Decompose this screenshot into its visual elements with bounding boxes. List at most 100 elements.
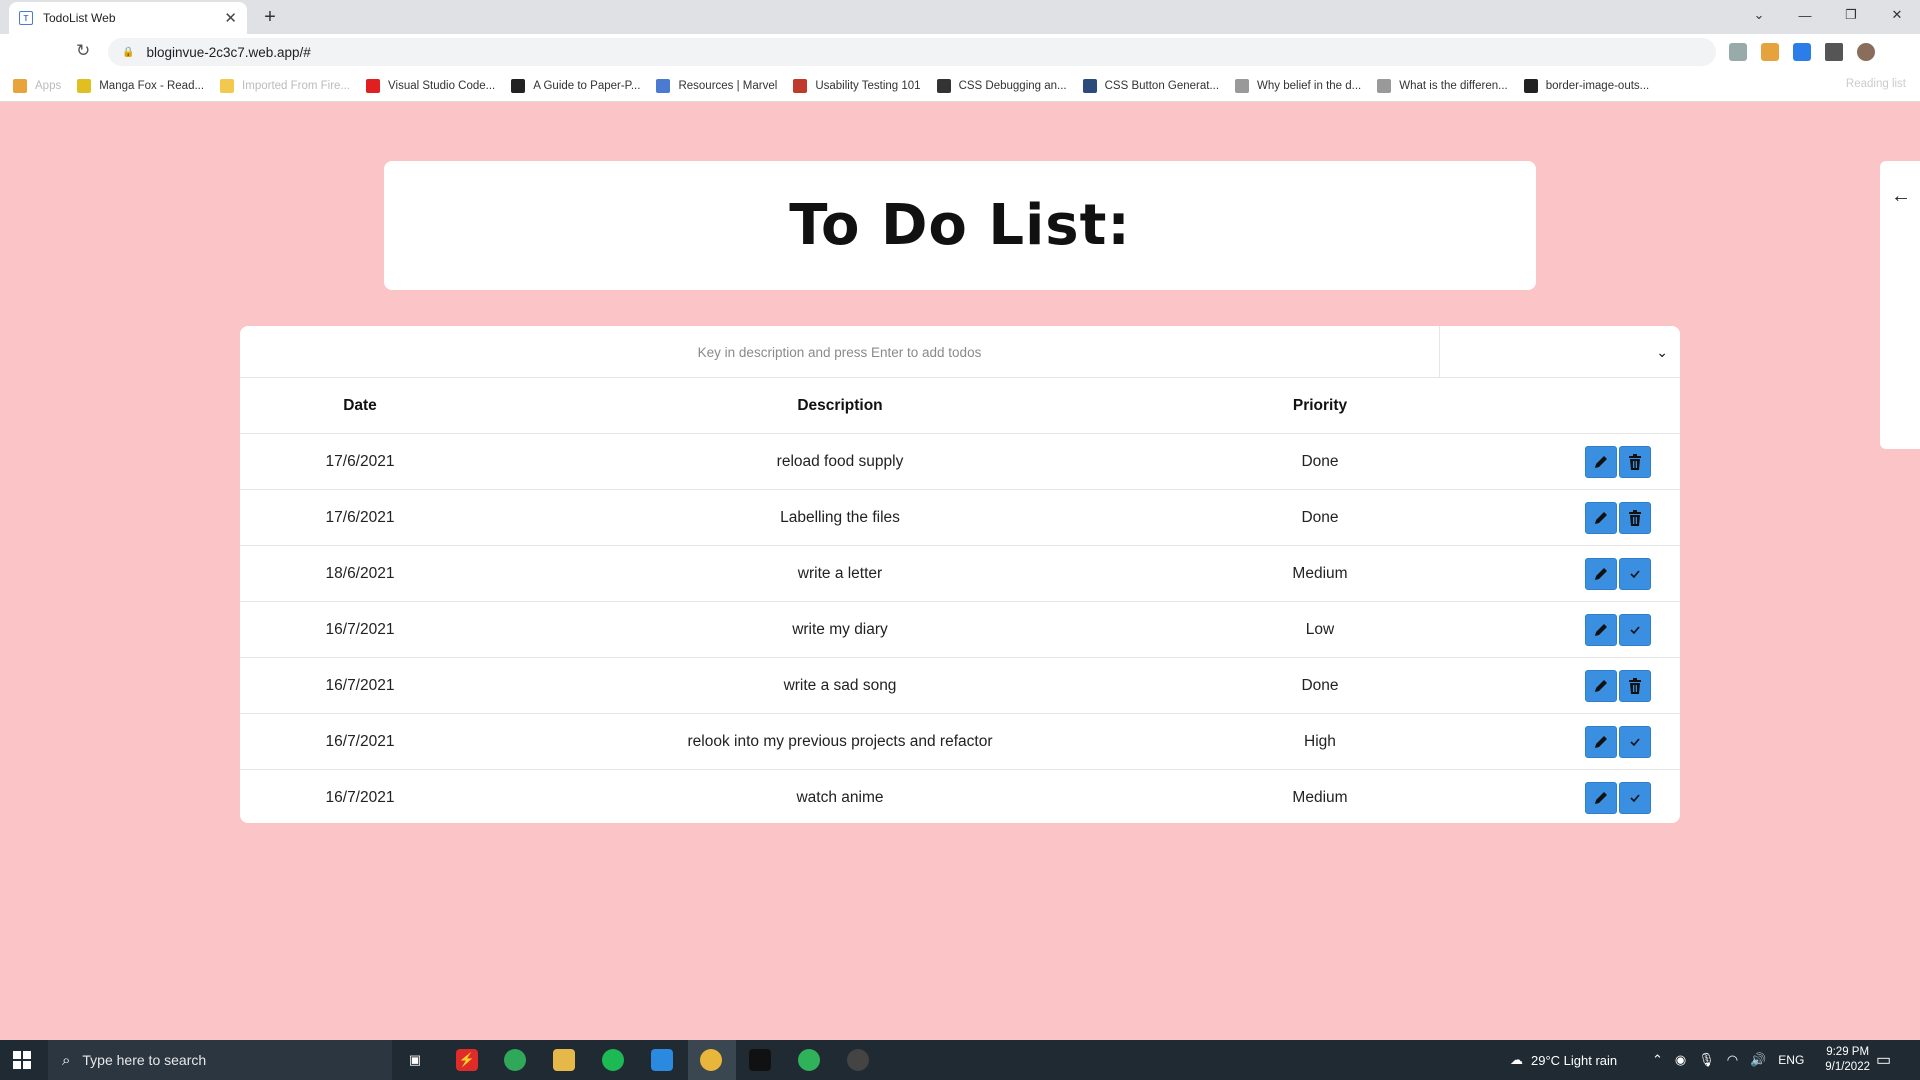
network-icon[interactable]: ◉	[1675, 1052, 1686, 1068]
todo-description-input[interactable]	[240, 326, 1440, 378]
bookmark-item[interactable]: What is the differen...	[1377, 78, 1508, 93]
pencil-icon	[1595, 623, 1607, 636]
edit-button[interactable]	[1585, 725, 1617, 758]
address-bar[interactable]: 🔒 bloginvue-2c3c7.web.app/#	[108, 38, 1716, 66]
bookmark-item[interactable]: Usability Testing 101	[793, 78, 921, 93]
bookmark-favicon-icon	[1235, 78, 1250, 93]
bookmark-item[interactable]: Apps	[13, 78, 61, 93]
extension-color-icon[interactable]	[1761, 43, 1779, 61]
edit-button[interactable]	[1585, 782, 1617, 814]
complete-button[interactable]	[1619, 725, 1651, 758]
language-indicator[interactable]: ENG	[1778, 1053, 1804, 1067]
delete-button[interactable]	[1619, 445, 1651, 478]
minimize-button[interactable]: —	[1782, 0, 1828, 30]
todo-actions	[1585, 770, 1665, 823]
taskbar-search[interactable]: ⌕ Type here to search	[48, 1040, 392, 1080]
app-red-icon[interactable]: ⚡	[456, 1049, 478, 1071]
complete-button[interactable]	[1619, 782, 1651, 814]
close-tab-icon[interactable]: ✕	[224, 9, 237, 27]
extensions-puzzle-icon[interactable]	[1825, 43, 1843, 61]
table-row: 17/6/2021 Labelling the files Done	[240, 490, 1680, 546]
browser-tab[interactable]: T TodoList Web ✕	[9, 2, 247, 34]
complete-button[interactable]	[1619, 613, 1651, 646]
bookmark-item[interactable]: CSS Button Generat...	[1082, 78, 1219, 93]
new-tab-button[interactable]: +	[258, 6, 282, 28]
weather-text: 29°C Light rain	[1531, 1052, 1618, 1068]
todo-date: 16/7/2021	[325, 789, 395, 806]
bookmark-favicon-icon	[220, 78, 235, 93]
pencil-icon	[1595, 792, 1607, 804]
edit-button[interactable]	[1585, 613, 1617, 646]
task-view-icon[interactable]: ▣	[404, 1049, 426, 1071]
url-text: bloginvue-2c3c7.web.app/#	[146, 44, 311, 60]
priority-select[interactable]: ⌄	[1440, 326, 1680, 378]
bookmark-favicon-icon	[1523, 78, 1538, 93]
delete-button[interactable]	[1619, 501, 1651, 534]
clock[interactable]: 9:29 PM 9/1/2022	[1825, 1045, 1870, 1075]
bookmark-item[interactable]: CSS Debugging an...	[936, 78, 1067, 93]
bookmark-item[interactable]: A Guide to Paper-P...	[511, 78, 640, 93]
table-row: 16/7/2021 write my diary Low	[240, 602, 1680, 658]
app-green-icon[interactable]	[504, 1049, 526, 1071]
edit-button[interactable]	[1585, 557, 1617, 590]
pencil-icon	[1595, 511, 1607, 524]
todo-date: 17/6/2021	[325, 508, 395, 526]
search-icon: ⌕	[62, 1051, 71, 1069]
spotify-icon[interactable]	[602, 1049, 624, 1071]
reading-list[interactable]: Reading list	[1846, 78, 1906, 90]
microphone-icon[interactable]: 🎙	[1698, 1052, 1715, 1068]
vscode-icon[interactable]	[651, 1049, 673, 1071]
todo-date: 16/7/2021	[325, 620, 395, 638]
bookmark-favicon-icon	[656, 78, 671, 93]
bookmark-favicon-icon	[793, 78, 808, 93]
bookmark-item[interactable]: border-image-outs...	[1523, 78, 1649, 93]
wifi-icon[interactable]: ◠	[1727, 1052, 1738, 1068]
edit-button[interactable]	[1585, 445, 1617, 478]
file-explorer-icon[interactable]	[553, 1049, 575, 1071]
profile-avatar[interactable]	[1857, 43, 1875, 61]
todo-date: 16/7/2021	[325, 732, 395, 750]
table-row: 16/7/2021 write a sad song Done	[240, 658, 1680, 714]
obs-icon[interactable]	[847, 1049, 869, 1071]
todo-date: 18/6/2021	[325, 564, 395, 582]
check-icon	[1630, 625, 1640, 634]
complete-button[interactable]	[1619, 557, 1651, 590]
windows-start-icon[interactable]	[13, 1051, 31, 1069]
todo-priority: Done	[1301, 508, 1339, 526]
lock-icon[interactable]: 🔒	[122, 47, 134, 58]
tab-search-icon[interactable]: ⌄	[1736, 0, 1782, 30]
extension-blue-icon[interactable]	[1793, 43, 1811, 61]
restore-button[interactable]: ❐	[1828, 0, 1874, 30]
chevron-down-icon: ⌄	[1656, 343, 1668, 360]
edit-button[interactable]	[1585, 501, 1617, 534]
whatsapp-icon[interactable]	[798, 1049, 820, 1071]
bookmark-item[interactable]: Manga Fox - Read...	[77, 78, 204, 93]
todo-actions	[1585, 490, 1665, 545]
chevron-up-icon[interactable]: ⌃	[1652, 1052, 1663, 1068]
volume-icon[interactable]: 🔊	[1750, 1052, 1766, 1068]
system-tray[interactable]: ⌃ ◉ 🎙 ◠ 🔊 ENG	[1652, 1040, 1804, 1080]
table-row: 17/6/2021 reload food supply Done	[240, 434, 1680, 490]
tab-strip: T TodoList Web ✕ + ⌄ — ❐ ✕	[0, 0, 1920, 34]
terminal-icon[interactable]	[749, 1049, 771, 1071]
chrome-icon[interactable]	[700, 1049, 722, 1071]
todo-priority: Done	[1301, 452, 1339, 470]
bookmark-item[interactable]: Why belief in the d...	[1235, 78, 1361, 93]
edit-button[interactable]	[1585, 669, 1617, 702]
arrow-left-icon[interactable]: ←	[1891, 185, 1911, 208]
bookmark-favicon-icon	[1377, 78, 1392, 93]
browser-toolbar: ↻ 🔒 bloginvue-2c3c7.web.app/#	[0, 34, 1920, 70]
extension-filter-icon[interactable]	[1729, 43, 1747, 61]
weather[interactable]: ☁ 29°C Light rain	[1510, 1040, 1617, 1080]
reload-icon[interactable]: ↻	[76, 41, 90, 61]
notifications-icon[interactable]: ▭	[1876, 1040, 1891, 1080]
close-window-button[interactable]: ✕	[1874, 0, 1920, 30]
bookmark-favicon-icon	[511, 78, 526, 93]
bookmark-item[interactable]: Imported From Fire...	[220, 78, 350, 93]
todo-description: write my diary	[792, 620, 888, 638]
bookmark-item[interactable]: Visual Studio Code...	[366, 78, 495, 93]
add-todo-row: ⌄	[240, 326, 1680, 378]
header-description: Description	[797, 396, 883, 414]
delete-button[interactable]	[1619, 669, 1651, 702]
bookmark-item[interactable]: Resources | Marvel	[656, 78, 777, 93]
